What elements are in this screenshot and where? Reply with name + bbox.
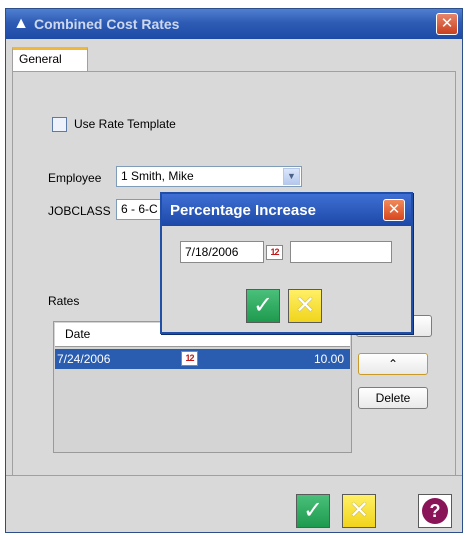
modal-cancel-button[interactable]: ✕: [288, 289, 322, 323]
x-cancel-icon: ✕: [348, 497, 370, 524]
date-field[interactable]: 7/18/2006: [180, 241, 264, 263]
cell-date: 7/24/2006: [57, 352, 111, 366]
rates-label: Rates: [48, 294, 80, 308]
modal-ok-button[interactable]: ✓: [246, 289, 280, 323]
use-rate-template-checkbox[interactable]: [52, 117, 67, 132]
tab-label: General: [19, 52, 62, 66]
help-button[interactable]: ?: [418, 494, 452, 528]
window-title: Combined Cost Rates: [34, 16, 180, 32]
use-rate-template-label: Use Rate Template: [74, 117, 176, 131]
move-up-button[interactable]: ⌃: [358, 353, 428, 375]
title-bar[interactable]: ▲ Combined Cost Rates ✕: [6, 9, 462, 39]
column-header-date: Date: [65, 327, 91, 341]
delete-button[interactable]: Delete: [358, 387, 428, 409]
close-icon: ✕: [387, 201, 401, 218]
chevron-up-icon: ⌃: [387, 357, 399, 371]
rates-table[interactable]: Date 7/24/2006 12 10.00: [53, 321, 352, 453]
tab-general[interactable]: General: [12, 47, 88, 71]
modal-title: Percentage Increase: [170, 202, 316, 219]
delete-button-label: Delete: [375, 391, 411, 405]
percentage-field[interactable]: [290, 241, 392, 263]
checkmark-icon: ✓: [252, 292, 274, 319]
employee-label: Employee: [48, 171, 102, 185]
calendar-icon[interactable]: 12: [181, 351, 198, 366]
modal-title-bar[interactable]: Percentage Increase ✕: [162, 194, 411, 226]
close-icon: ✕: [440, 15, 454, 32]
jobclass-value: 6 - 6-C: [121, 202, 158, 216]
date-field-value: 7/18/2006: [185, 245, 239, 259]
close-button[interactable]: ✕: [436, 13, 458, 35]
table-row[interactable]: 7/24/2006 12 10.00: [55, 349, 350, 369]
cancel-button[interactable]: ✕: [342, 494, 376, 528]
cell-rate-value: 10.00: [313, 352, 344, 366]
employee-select[interactable]: 1 Smith, Mike ▼: [116, 166, 302, 187]
jobclass-label: JOBCLASS: [48, 204, 111, 218]
help-icon: ?: [422, 498, 448, 524]
chevron-down-icon[interactable]: ▼: [283, 168, 300, 185]
app-logo-icon: ▲: [13, 15, 29, 32]
checkmark-icon: ✓: [302, 497, 324, 524]
calendar-icon[interactable]: 12: [266, 245, 283, 260]
ok-button[interactable]: ✓: [296, 494, 330, 528]
footer-bar: ✓ ✕ ?: [6, 475, 462, 532]
employee-value: 1 Smith, Mike: [121, 169, 194, 183]
modal-close-button[interactable]: ✕: [383, 199, 405, 221]
percentage-increase-dialog: Percentage Increase ✕ 7/18/2006 12 ✓ ✕: [160, 192, 413, 334]
x-cancel-icon: ✕: [294, 292, 316, 319]
